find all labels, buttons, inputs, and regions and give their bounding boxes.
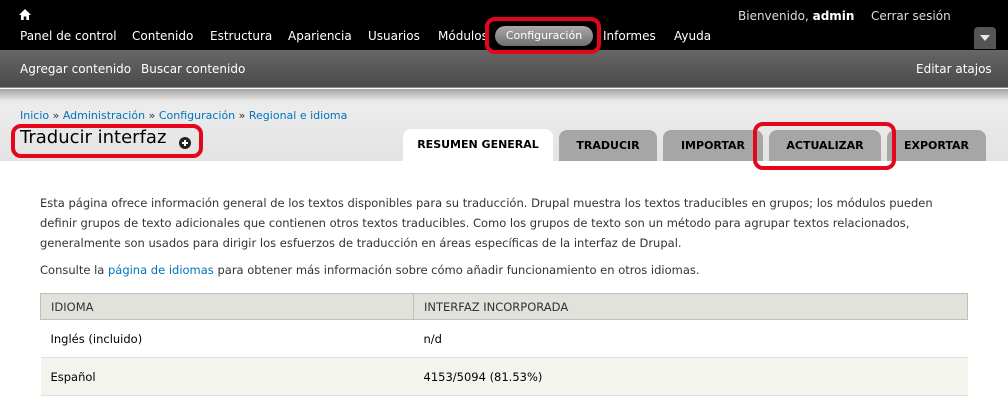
cell-language: Inglés (incluido) (40, 319, 414, 358)
welcome-message: Bienvenido, admin (738, 9, 854, 23)
cell-interface-status: n/d (413, 319, 968, 358)
intro-text: Esta página ofrece información general d… (40, 196, 933, 250)
languages-page-link[interactable]: página de idiomas (108, 263, 214, 277)
menu-item-modules[interactable]: Módulos (438, 29, 488, 43)
edit-shortcuts-link[interactable]: Editar atajos (916, 62, 992, 76)
see-also-after: para obtener más información sobre cómo … (217, 263, 700, 277)
column-header-built-in-interface[interactable]: INTERFAZ INCORPORADA (413, 293, 968, 320)
username[interactable]: admin (813, 9, 855, 23)
table-row: Español 4153/5094 (81.53%) (40, 357, 968, 396)
admin-toolbar: Bienvenido, admin Cerrar sesión Panel de… (0, 0, 1008, 50)
cell-interface-status: 4153/5094 (81.53%) (413, 357, 968, 396)
tab-export[interactable]: EXPORTAR (887, 130, 986, 161)
see-also-text: Consulte la página de idiomas para obten… (40, 263, 700, 277)
welcome-prefix: Bienvenido, (738, 9, 809, 23)
menu-item-reports[interactable]: Informes (603, 29, 656, 43)
cell-language: Español (40, 357, 414, 396)
column-header-language[interactable]: IDIOMA (40, 293, 414, 320)
see-also-before: Consulte la (40, 263, 105, 277)
breadcrumb-home[interactable]: Inicio (20, 109, 49, 122)
table-header-row: IDIOMA INTERFAZ INCORPORADA (40, 293, 968, 320)
home-icon[interactable] (18, 8, 32, 22)
menu-item-users[interactable]: Usuarios (368, 29, 420, 43)
breadcrumb-configuration[interactable]: Configuración (159, 109, 235, 122)
menu-item-structure[interactable]: Estructura (210, 29, 272, 43)
tab-update[interactable]: ACTUALIZAR (769, 130, 881, 161)
menu-item-dashboard[interactable]: Panel de control (20, 29, 117, 43)
table-row: Inglés (incluido) n/d (40, 319, 968, 358)
page-title: Traducir interfaz (20, 127, 167, 148)
menu-item-appearance[interactable]: Apariencia (288, 29, 352, 43)
toolbar-toggle-chevron-down-icon[interactable] (974, 27, 996, 49)
menu-item-content[interactable]: Contenido (132, 29, 193, 43)
shortcut-add-content[interactable]: Agregar contenido (20, 62, 131, 76)
header-shadow (0, 89, 1008, 101)
menu-item-help[interactable]: Ayuda (674, 29, 711, 43)
tab-overview[interactable]: RESUMEN GENERAL (403, 129, 553, 161)
logout-link[interactable]: Cerrar sesión (871, 9, 951, 23)
languages-table: IDIOMA INTERFAZ INCORPORADA Inglés (incl… (40, 293, 968, 396)
breadcrumb-separator: » (52, 109, 60, 122)
menu-item-configuration[interactable]: Configuración (495, 26, 593, 46)
shortcut-find-content[interactable]: Buscar contenido (141, 62, 245, 76)
breadcrumb-separator: » (238, 109, 246, 122)
breadcrumb-administration[interactable]: Administración (63, 109, 145, 122)
breadcrumb-separator: » (148, 109, 156, 122)
breadcrumb-regional-language[interactable]: Regional e idioma (249, 109, 348, 122)
tab-translate[interactable]: TRADUCIR (559, 130, 657, 161)
add-shortcut-plus-circle-icon[interactable] (179, 137, 191, 149)
breadcrumb: Inicio » Administración » Configuración … (20, 109, 347, 122)
tab-import[interactable]: IMPORTAR (663, 130, 763, 161)
